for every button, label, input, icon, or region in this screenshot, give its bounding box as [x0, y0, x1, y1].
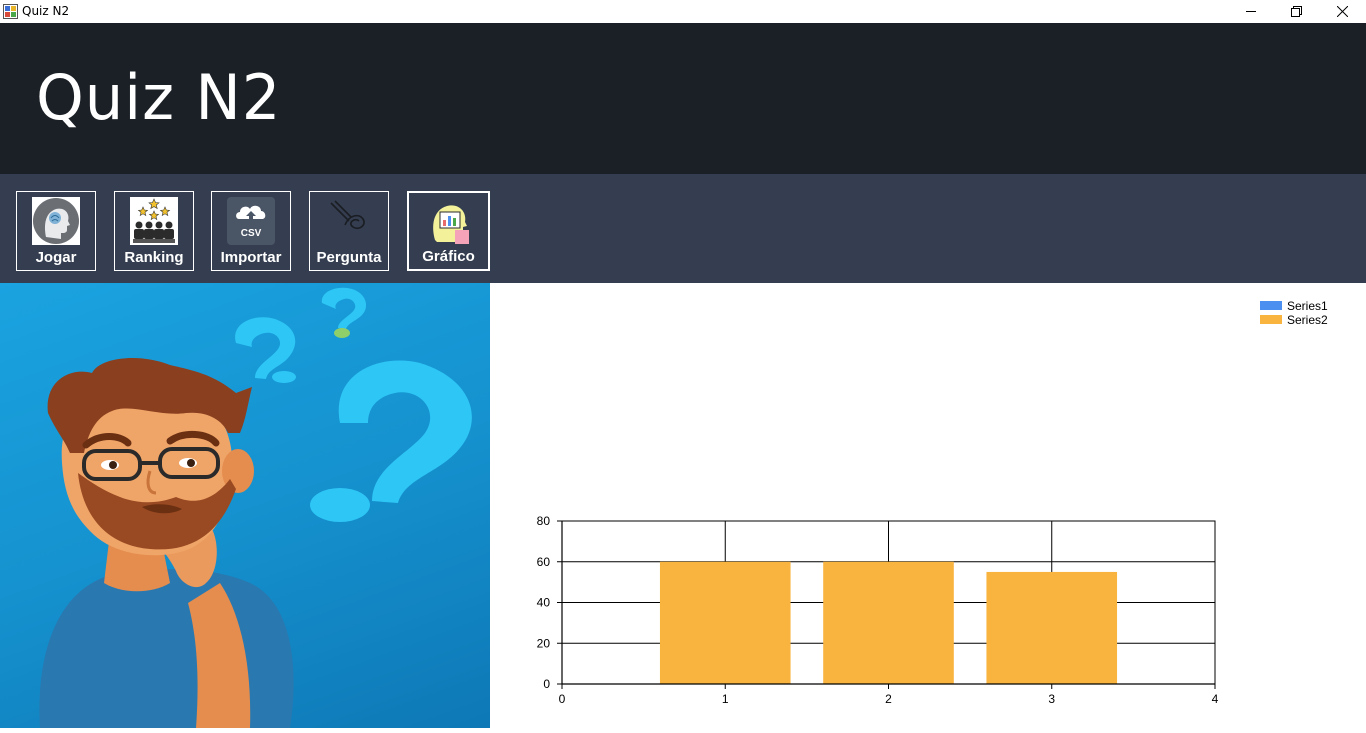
thinking-man-illustration [0, 283, 490, 728]
window-title: Quiz N2 [22, 4, 70, 18]
chart-bars [659, 561, 1118, 684]
legend-label-series1: Series1 [1287, 299, 1328, 313]
app-header: Quiz N2 [0, 23, 1366, 174]
bar-series2-1 [659, 561, 791, 684]
ranking-stars-icon [130, 197, 178, 245]
restore-button[interactable] [1273, 0, 1319, 23]
x-axis-ticks: 0 1 2 3 4 [559, 684, 1219, 706]
app-title: Quiz N2 [36, 61, 282, 134]
y-tick-label: 20 [537, 636, 551, 650]
app-icon [3, 4, 18, 19]
y-tick-label: 60 [537, 555, 551, 569]
ranking-button[interactable]: Ranking [114, 191, 194, 271]
pergunta-button[interactable]: Pergunta [309, 191, 389, 271]
chart-head-icon [424, 198, 473, 246]
y-tick-label: 0 [543, 677, 550, 691]
bar-series2-2 [823, 561, 954, 684]
chart-panel: Series1 Series2 0 20 40 60 80 0 1 2 3 4 [490, 283, 1366, 728]
ranking-label: Ranking [124, 249, 184, 266]
importar-label: Importar [220, 249, 282, 266]
pen-scribble-icon [325, 197, 373, 245]
toolbar: Jogar Ranking CSV Importar Pergunta Gráf… [0, 174, 1366, 283]
legend-swatch-series1 [1260, 301, 1282, 310]
x-tick-label: 3 [1048, 692, 1055, 706]
y-axis-ticks: 0 20 40 60 80 [537, 514, 562, 691]
jogar-label: Jogar [35, 249, 77, 266]
x-tick-label: 1 [722, 692, 729, 706]
grafico-label: Gráfico [422, 248, 475, 265]
legend-swatch-series2 [1260, 315, 1282, 324]
close-button[interactable] [1319, 0, 1365, 23]
pergunta-label: Pergunta [316, 249, 382, 266]
restore-icon [1290, 6, 1302, 17]
jogar-button[interactable]: Jogar [16, 191, 96, 271]
minimize-icon [1245, 11, 1256, 12]
window-titlebar: Quiz N2 [0, 0, 1366, 23]
bar-chart: Series1Series2 0 20 40 60 80 0 1 2 3 4 [537, 299, 1328, 706]
bar-series2-3 [986, 571, 1118, 684]
close-icon [1336, 6, 1348, 17]
x-tick-label: 0 [559, 692, 566, 706]
chart-legend: Series1Series2 [1260, 299, 1328, 327]
csv-upload-icon: CSV [227, 197, 275, 245]
y-tick-label: 80 [537, 514, 551, 528]
legend-label-series2: Series2 [1287, 313, 1328, 327]
brain-head-icon [32, 197, 80, 245]
importar-button[interactable]: CSV Importar [211, 191, 291, 271]
grafico-button[interactable]: Gráfico [407, 191, 490, 271]
y-tick-label: 40 [537, 596, 551, 610]
x-tick-label: 2 [885, 692, 892, 706]
svg-text:CSV: CSV [241, 228, 262, 239]
minimize-button[interactable] [1228, 0, 1274, 23]
question-marks-graphic [235, 287, 472, 522]
x-tick-label: 4 [1212, 692, 1219, 706]
